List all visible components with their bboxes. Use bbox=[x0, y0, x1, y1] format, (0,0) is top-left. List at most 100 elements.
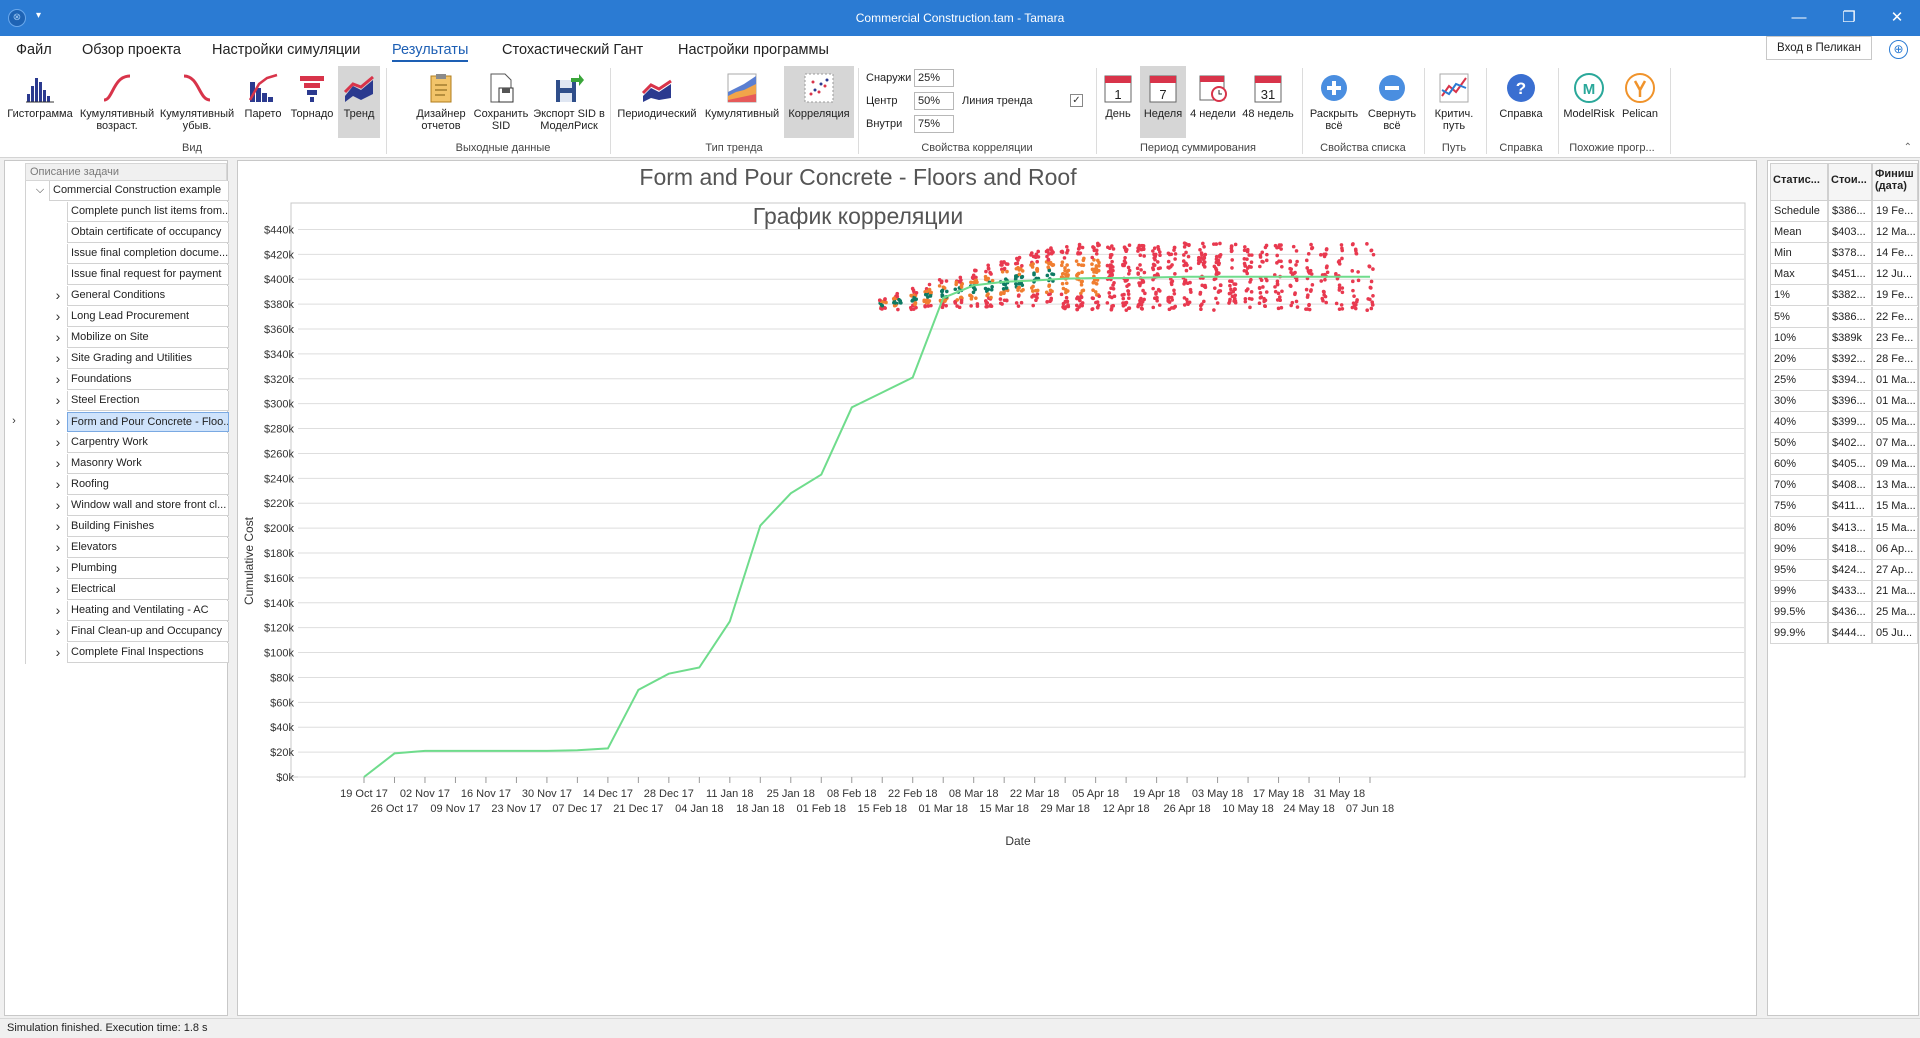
tree-item[interactable]: Long Lead Procurement bbox=[67, 307, 229, 327]
expand-chevron-icon[interactable]: › bbox=[53, 309, 63, 323]
period-48weeks-button[interactable]: 31 48 недель bbox=[1240, 66, 1296, 138]
inside-input[interactable]: 75% bbox=[914, 115, 954, 133]
cumulative-button[interactable]: Кумулятивный bbox=[702, 66, 782, 138]
scatter-point bbox=[1182, 303, 1187, 307]
tree-root[interactable]: Commercial Construction example bbox=[49, 181, 229, 201]
stats-column-header[interactable]: Статис... bbox=[1770, 163, 1828, 201]
expand-chevron-icon[interactable]: › bbox=[53, 288, 63, 302]
periodic-button[interactable]: Периодический bbox=[614, 66, 700, 138]
tree-item[interactable]: Roofing bbox=[67, 475, 229, 495]
stats-column-header[interactable]: Стои... bbox=[1828, 163, 1872, 201]
tree-item[interactable]: Site Grading and Utilities bbox=[67, 349, 229, 369]
tree-item[interactable]: Building Finishes bbox=[67, 517, 229, 537]
center-input[interactable]: 50% bbox=[914, 92, 954, 110]
expand-chevron-icon[interactable]: › bbox=[53, 624, 63, 638]
expand-chevron-icon[interactable]: › bbox=[53, 351, 63, 365]
period-day-button[interactable]: 1 День bbox=[1100, 66, 1136, 138]
pelican-button[interactable]: Pelican bbox=[1618, 66, 1662, 138]
scatter-point bbox=[1322, 293, 1326, 297]
tree-item[interactable]: Window wall and store front cl... bbox=[67, 496, 229, 516]
collapse-chevron-icon[interactable]: ⌵ bbox=[35, 184, 45, 197]
histogram-button[interactable]: Гистограмма bbox=[4, 66, 76, 138]
tornado-button[interactable]: Торнадо bbox=[288, 66, 336, 138]
scatter-point bbox=[1142, 254, 1146, 258]
expand-chevron-icon[interactable]: › bbox=[53, 498, 63, 512]
tree-item[interactable]: Mobilize on Site bbox=[67, 328, 229, 348]
tree-item[interactable]: Obtain certificate of occupancy bbox=[67, 223, 229, 243]
trend-line-checkbox[interactable]: ✓ bbox=[1070, 94, 1083, 107]
period-4weeks-button[interactable]: 4 недели bbox=[1188, 66, 1238, 138]
expand-chevron-icon[interactable]: › bbox=[53, 456, 63, 470]
tree-item[interactable]: Electrical bbox=[67, 580, 229, 600]
pareto-button[interactable]: Парето bbox=[240, 66, 286, 138]
expand-chevron-icon[interactable]: › bbox=[53, 330, 63, 344]
close-button[interactable]: ✕ bbox=[1874, 0, 1920, 36]
tree-item[interactable]: Masonry Work bbox=[67, 454, 229, 474]
scatter-point bbox=[1032, 271, 1036, 275]
tree-item[interactable]: Carpentry Work bbox=[67, 433, 229, 453]
expand-chevron-icon[interactable]: › bbox=[53, 540, 63, 554]
expand-all-button[interactable]: Раскрыть всё bbox=[1306, 66, 1362, 138]
correlation-button[interactable]: Корреляция bbox=[784, 66, 854, 138]
expand-chevron-icon[interactable]: › bbox=[53, 393, 63, 407]
expand-chevron-icon[interactable]: › bbox=[53, 435, 63, 449]
tab-project-overview[interactable]: Обзор проекта bbox=[82, 42, 181, 58]
tree-item[interactable]: Complete punch list items from... bbox=[67, 202, 229, 222]
minimize-button[interactable]: — bbox=[1776, 0, 1822, 36]
critical-path-button[interactable]: Критич. путь bbox=[1428, 66, 1480, 138]
stats-column-header[interactable]: Финиш (дата) bbox=[1872, 163, 1918, 201]
tab-results[interactable]: Результаты bbox=[392, 42, 469, 62]
stats-cell: $402... bbox=[1828, 433, 1872, 455]
expand-chevron-icon[interactable]: › bbox=[53, 603, 63, 617]
expand-chevron-icon[interactable]: › bbox=[53, 372, 63, 386]
tree-item[interactable]: Plumbing bbox=[67, 559, 229, 579]
tree-item[interactable]: General Conditions bbox=[67, 286, 229, 306]
expand-chevron-icon[interactable]: › bbox=[53, 582, 63, 596]
tree-item[interactable]: Issue final request for payment bbox=[67, 265, 229, 285]
task-description-header[interactable]: Описание задачи bbox=[25, 163, 227, 181]
tree-item[interactable]: Final Clean-up and Occupancy bbox=[67, 622, 229, 642]
collapse-all-button[interactable]: Свернуть всё bbox=[1364, 66, 1420, 138]
tree-item[interactable]: Elevators bbox=[67, 538, 229, 558]
save-sid-button[interactable]: Сохранить SID bbox=[472, 66, 530, 138]
help-button[interactable]: ? Справка bbox=[1490, 66, 1552, 138]
help-circle-icon[interactable]: ⊕ bbox=[1889, 40, 1908, 59]
trend-button[interactable]: Тренд bbox=[338, 66, 380, 138]
modelrisk-button[interactable]: M ModelRisk bbox=[1562, 66, 1616, 138]
report-designer-button[interactable]: Дизайнер отчетов bbox=[412, 66, 470, 138]
cumulative-icon bbox=[727, 73, 757, 103]
expand-chevron-icon[interactable]: › bbox=[53, 414, 63, 428]
scatter-point bbox=[1047, 283, 1052, 287]
scatter-point bbox=[913, 302, 917, 307]
stats-cell: 99.5% bbox=[1770, 601, 1828, 623]
ribbon-collapse-icon[interactable]: ⌃ bbox=[1904, 142, 1912, 153]
cumulative-asc-button[interactable]: Кумулятивный возраст. bbox=[78, 66, 156, 138]
restore-button[interactable]: ❐ bbox=[1826, 0, 1872, 36]
y-tick-label: $20k bbox=[270, 747, 294, 759]
tab-simulation-settings[interactable]: Настройки симуляции bbox=[212, 42, 360, 58]
expand-chevron-icon[interactable]: › bbox=[53, 561, 63, 575]
cumulative-desc-button[interactable]: Кумулятивный убыв. bbox=[158, 66, 236, 138]
scatter-point bbox=[1060, 281, 1065, 286]
tree-item[interactable]: Complete Final Inspections bbox=[67, 643, 229, 663]
outside-input[interactable]: 25% bbox=[914, 69, 954, 87]
y-tick-label: $140k bbox=[264, 598, 294, 610]
pelican-login-button[interactable]: Вход в Пеликан bbox=[1766, 36, 1872, 60]
tab-file[interactable]: Файл bbox=[16, 42, 52, 58]
tree-item[interactable]: Steel Erection bbox=[67, 391, 229, 411]
tree-item[interactable]: Foundations bbox=[67, 370, 229, 390]
tree-item[interactable]: Heating and Ventilating - AC bbox=[67, 601, 229, 621]
tab-stochastic-gantt[interactable]: Стохастический Гант bbox=[502, 42, 643, 58]
period-week-button[interactable]: 7 Неделя bbox=[1140, 66, 1186, 138]
tree-item[interactable]: Issue final completion docume... bbox=[67, 244, 229, 264]
export-sid-button[interactable]: Экспорт SID в МоделРиск bbox=[532, 66, 606, 138]
y-tick-label: $0k bbox=[276, 772, 294, 784]
expand-chevron-icon[interactable]: › bbox=[53, 519, 63, 533]
x-tick-label: 29 Mar 18 bbox=[1040, 803, 1090, 815]
expand-chevron-icon[interactable]: › bbox=[53, 477, 63, 491]
y-tick-label: $280k bbox=[264, 424, 294, 436]
tab-program-settings[interactable]: Настройки программы bbox=[678, 42, 829, 58]
expand-chevron-icon[interactable]: › bbox=[53, 645, 63, 659]
scatter-point bbox=[1258, 296, 1263, 300]
tree-item[interactable]: Form and Pour Concrete - Floo... bbox=[67, 412, 229, 432]
